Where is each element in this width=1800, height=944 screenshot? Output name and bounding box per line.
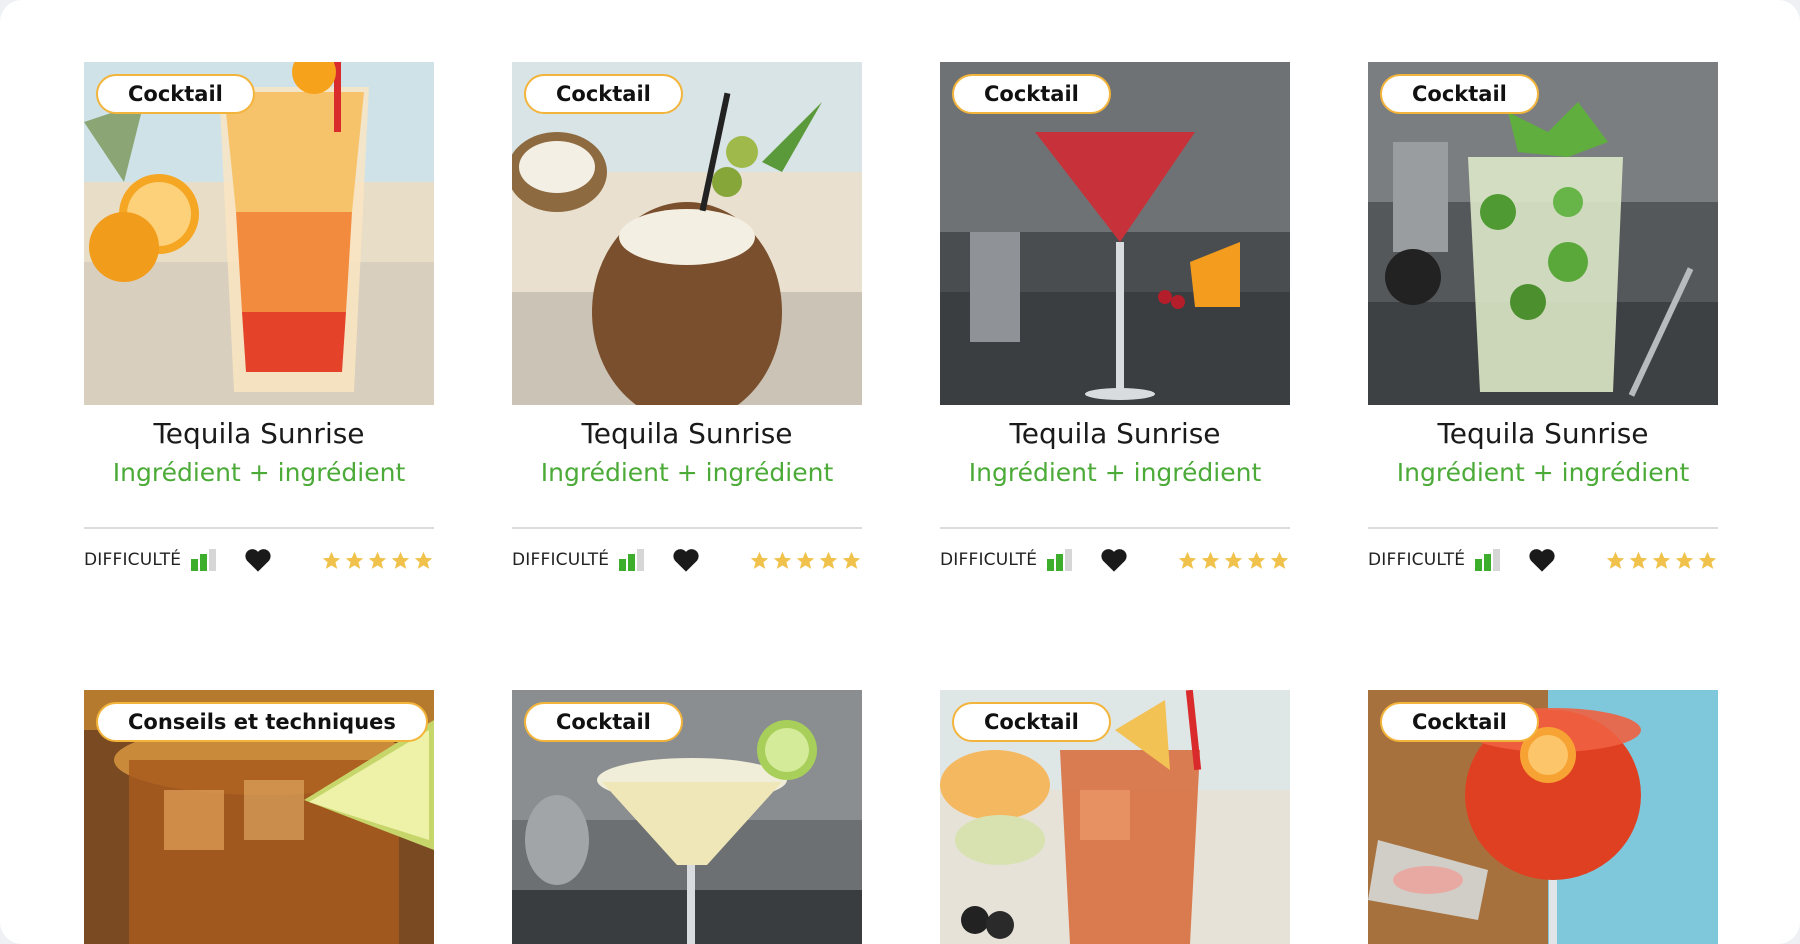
star-icon (414, 551, 433, 569)
recipe-card[interactable]: Cocktail (512, 690, 862, 944)
star-icon (345, 551, 364, 569)
category-tag: Cocktail (524, 702, 683, 742)
cocktail-photo[interactable]: Cocktail (1368, 62, 1718, 405)
difficulty-label: DIFFICULTÉ (940, 550, 1038, 570)
star-icon (1652, 551, 1671, 569)
recipe-card[interactable]: Cocktail Tequila Sunrise Ingrédient + in… (512, 62, 862, 575)
cocktail-photo[interactable]: Cocktail (512, 62, 862, 405)
recipe-grid-panel: Cocktail Tequila Sunrise Ingrédient + in… (0, 0, 1800, 944)
category-tag: Cocktail (1380, 74, 1539, 114)
star-icon (1606, 551, 1625, 569)
category-tag: Conseils et techniques (96, 702, 428, 742)
recipe-card[interactable]: Cocktail (1368, 690, 1718, 944)
heart-icon[interactable] (244, 547, 272, 573)
star-icon (1224, 551, 1243, 569)
recipe-meta: DIFFICULTÉ (84, 545, 434, 575)
star-icon (1629, 551, 1648, 569)
difficulty-label: DIFFICULTÉ (1368, 550, 1466, 570)
rating-stars (1605, 550, 1718, 571)
star-icon (322, 551, 341, 569)
star-icon (773, 551, 792, 569)
cocktail-photo[interactable]: Cocktail (940, 690, 1290, 944)
difficulty-bars-icon (1475, 549, 1501, 571)
cocktail-photo[interactable]: Cocktail (84, 62, 434, 405)
heart-icon[interactable] (1100, 547, 1128, 573)
recipe-meta: DIFFICULTÉ (1368, 545, 1718, 575)
star-icon (1698, 551, 1717, 569)
cocktail-photo[interactable]: Conseils et techniques (84, 690, 434, 944)
cocktail-photo[interactable]: Cocktail (512, 690, 862, 944)
star-icon (750, 551, 769, 569)
recipe-meta: DIFFICULTÉ (940, 545, 1290, 575)
category-tag: Cocktail (952, 74, 1111, 114)
recipe-card[interactable]: Conseils et techniques (84, 690, 434, 944)
star-icon (819, 551, 838, 569)
recipe-ingredients: Ingrédient + ingrédient (112, 458, 406, 487)
recipe-title[interactable]: Tequila Sunrise (1368, 417, 1718, 450)
cocktail-photo[interactable]: Cocktail (1368, 690, 1718, 944)
difficulty-label: DIFFICULTÉ (512, 550, 610, 570)
divider (940, 527, 1290, 529)
rating-stars (1177, 550, 1290, 571)
star-icon (391, 551, 410, 569)
difficulty-bars-icon (1047, 549, 1073, 571)
recipe-card[interactable]: Cocktail Tequila Sunrise Ingrédient + in… (84, 62, 434, 575)
recipe-card[interactable]: Cocktail (940, 690, 1290, 944)
cocktail-photo[interactable]: Cocktail (940, 62, 1290, 405)
recipe-ingredients: Ingrédient + ingrédient (968, 458, 1262, 487)
recipe-card[interactable]: Cocktail Tequila Sunrise Ingrédient + in… (1368, 62, 1718, 575)
recipe-ingredients: Ingrédient + ingrédient (540, 458, 834, 487)
star-icon (1270, 551, 1289, 569)
star-icon (842, 551, 861, 569)
divider (84, 527, 434, 529)
divider (512, 527, 862, 529)
star-icon (1201, 551, 1220, 569)
category-tag: Cocktail (524, 74, 683, 114)
recipe-title[interactable]: Tequila Sunrise (512, 417, 862, 450)
recipe-card[interactable]: Cocktail Tequila Sunrise Ingrédient + in… (940, 62, 1290, 575)
difficulty-bars-icon (191, 549, 217, 571)
rating-stars (321, 550, 434, 571)
difficulty-label: DIFFICULTÉ (84, 550, 182, 570)
heart-icon[interactable] (1528, 547, 1556, 573)
category-tag: Cocktail (96, 74, 255, 114)
star-icon (1247, 551, 1266, 569)
rating-stars (749, 550, 862, 571)
category-tag: Cocktail (1380, 702, 1539, 742)
difficulty-bars-icon (619, 549, 645, 571)
star-icon (368, 551, 387, 569)
divider (1368, 527, 1718, 529)
recipe-title[interactable]: Tequila Sunrise (84, 417, 434, 450)
star-icon (1675, 551, 1694, 569)
heart-icon[interactable] (672, 547, 700, 573)
star-icon (796, 551, 815, 569)
star-icon (1178, 551, 1197, 569)
category-tag: Cocktail (952, 702, 1111, 742)
recipe-meta: DIFFICULTÉ (512, 545, 862, 575)
recipe-title[interactable]: Tequila Sunrise (940, 417, 1290, 450)
recipe-ingredients: Ingrédient + ingrédient (1396, 458, 1690, 487)
